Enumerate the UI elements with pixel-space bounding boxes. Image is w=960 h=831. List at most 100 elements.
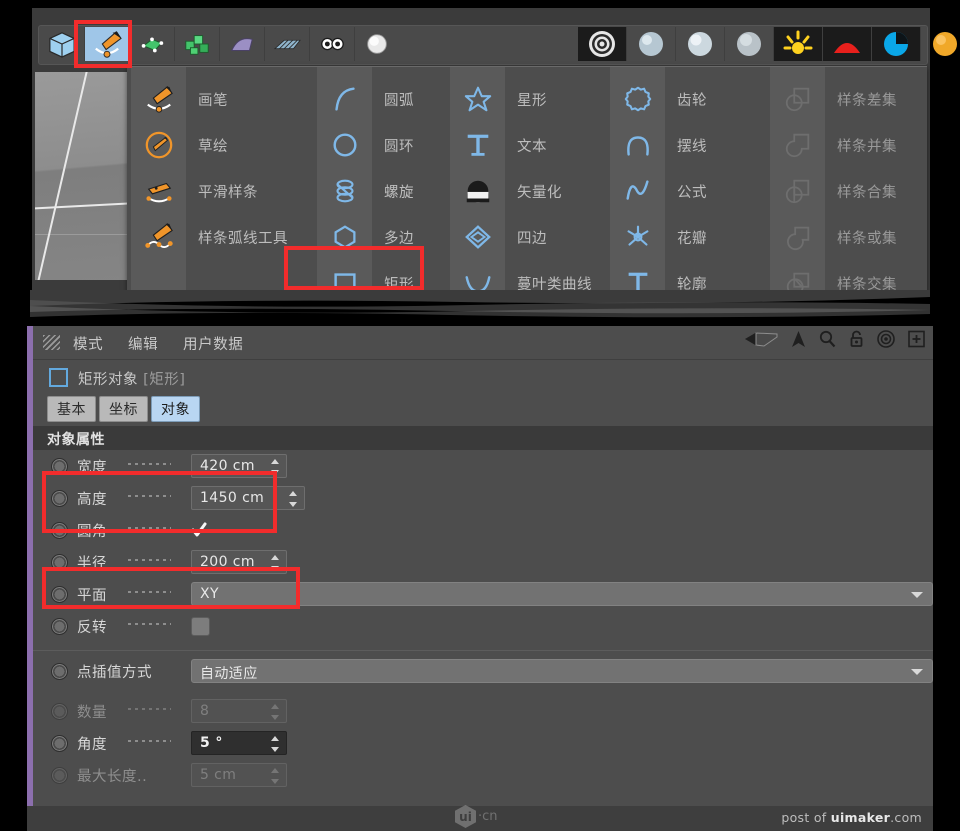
sun-tool-button[interactable] [774, 27, 823, 61]
drag-grip-icon[interactable] [43, 335, 60, 350]
tab-object[interactable]: 对象 [151, 396, 200, 422]
menu-item-label: 螺旋 [384, 184, 414, 201]
back-arrow-icon[interactable] [744, 330, 778, 348]
menu-item-spline-or[interactable]: 样条或集 [770, 214, 925, 260]
array-tool-button[interactable] [175, 27, 220, 61]
arc-icon [317, 76, 372, 122]
search-icon[interactable] [819, 330, 836, 348]
material-grey-button[interactable] [725, 27, 774, 61]
menu-item-flower[interactable]: 花瓣 [610, 214, 770, 260]
menu-item-smooth-spline[interactable]: 平滑样条 [131, 168, 296, 214]
material-glass-button[interactable] [627, 27, 676, 61]
dot-leader [126, 623, 171, 625]
cycloid-icon [610, 122, 665, 168]
deformer-tool-button[interactable] [220, 27, 265, 61]
property-row-max-length: 最大长度.. 5 cm [33, 759, 933, 791]
material-clear-button[interactable] [676, 27, 725, 61]
spline-pen-tool-button[interactable] [85, 27, 130, 61]
radius-label: 半径 [77, 556, 107, 572]
height-field[interactable]: 1450 cm [191, 486, 305, 510]
menu-item-vectorize[interactable]: 矢量化 [450, 168, 610, 214]
menu-mode[interactable]: 模式 [73, 333, 103, 354]
up-arrow-icon[interactable] [791, 330, 806, 348]
radius-field[interactable]: 200 cm [191, 550, 287, 574]
menu-item-sketch[interactable]: 草绘 [131, 122, 296, 168]
angle-field[interactable]: 5 ° [191, 731, 287, 755]
camera-tool-button[interactable] [310, 27, 355, 61]
section-header-object-properties: 对象属性 [33, 426, 933, 450]
menu-item-spline-subtract[interactable]: 样条差集 [770, 76, 925, 122]
menu-item-gear[interactable]: 齿轮 [610, 76, 770, 122]
max-length-label: 最大长度.. [77, 769, 148, 785]
attribute-header-icons [744, 330, 925, 348]
uicn-logo-letter: ui [459, 809, 472, 824]
ngon-icon [317, 214, 372, 260]
cube-tool-button[interactable] [40, 27, 85, 61]
generator-tool-button[interactable] [130, 27, 175, 61]
interpolation-value: 自动适应 [200, 666, 258, 682]
spline-or-icon [770, 214, 825, 260]
menu-edit[interactable]: 编辑 [128, 333, 158, 354]
menu-item-quad[interactable]: 四边 [450, 214, 610, 260]
spline-subtract-icon [770, 76, 825, 122]
menu-item-ngon[interactable]: 多边 [317, 214, 450, 260]
menu-item-text[interactable]: 文本 [450, 122, 610, 168]
menu-item-helix[interactable]: 螺旋 [317, 168, 450, 214]
lock-icon[interactable] [849, 330, 864, 348]
reverse-toggle[interactable] [191, 617, 210, 636]
menu-user-data[interactable]: 用户数据 [183, 333, 243, 354]
menu-item-circle[interactable]: 圆环 [317, 122, 450, 168]
flyout-column-spline-tools: 画笔 草绘 平滑样条 样条弧线工具 [131, 67, 296, 298]
reverse-radio[interactable] [51, 618, 68, 635]
dot-leader [126, 591, 171, 593]
sky-tool-button[interactable] [823, 27, 872, 61]
menu-item-arc[interactable]: 圆弧 [317, 76, 450, 122]
material-target-button[interactable] [578, 27, 627, 61]
sphere-object-button[interactable] [921, 27, 960, 61]
sketch-pen-icon [131, 122, 186, 168]
menu-item-spline-arc-tool[interactable]: 样条弧线工具 [131, 214, 296, 260]
interpolation-radio[interactable] [51, 663, 68, 680]
radius-spinner[interactable] [271, 555, 280, 571]
target-icon[interactable] [877, 330, 895, 348]
primary-tool-row [40, 27, 399, 61]
light-tool-button[interactable] [355, 27, 399, 61]
tab-basic[interactable]: 基本 [47, 396, 96, 422]
interpolation-dropdown[interactable]: 自动适应 [191, 659, 933, 683]
object-name: 矩形对象 [78, 372, 138, 388]
scene-tool-button[interactable] [265, 27, 310, 61]
menu-item-label: 圆环 [384, 138, 414, 155]
property-row-plane: 平面 XY [33, 578, 933, 610]
menu-item-spline-union[interactable]: 样条并集 [770, 122, 925, 168]
menu-item-cycloid[interactable]: 摆线 [610, 122, 770, 168]
menu-item-star[interactable]: 星形 [450, 76, 610, 122]
clear-sphere-icon [688, 32, 712, 56]
tab-coordinates[interactable]: 坐标 [99, 396, 148, 422]
spline-flyout-menu: 画笔 草绘 平滑样条 样条弧线工具 圆弧 圆环 螺旋 多边 矩形 星形 文本 矢… [127, 66, 927, 298]
physical-sky-button[interactable] [872, 27, 921, 61]
width-field[interactable]: 420 cm [191, 454, 287, 478]
rounding-checkbox[interactable] [191, 522, 207, 538]
menu-item-pen[interactable]: 画笔 [131, 76, 296, 122]
width-spinner[interactable] [271, 459, 280, 475]
height-spinner[interactable] [289, 491, 298, 507]
menu-item-spline-merge[interactable]: 样条合集 [770, 168, 925, 214]
green-cubes-icon [185, 35, 209, 55]
angle-spinner[interactable] [271, 736, 280, 752]
property-row-number: 数量 8 [33, 695, 933, 727]
plane-radio[interactable] [51, 586, 68, 603]
rounding-radio[interactable] [51, 522, 68, 539]
object-title-row: 矩形对象 [矩形] [33, 360, 933, 395]
flyout-column-math: 齿轮 摆线 公式 花瓣 轮廓 [610, 67, 770, 298]
watermark-prefix: post of [781, 810, 831, 825]
height-radio[interactable] [51, 490, 68, 507]
plane-dropdown[interactable]: XY [191, 582, 933, 606]
menu-item-formula[interactable]: 公式 [610, 168, 770, 214]
screenshot-root: 画笔 草绘 平滑样条 样条弧线工具 圆弧 圆环 螺旋 多边 矩形 星形 文本 矢… [0, 0, 960, 831]
width-radio[interactable] [51, 458, 68, 475]
angle-radio[interactable] [51, 735, 68, 752]
add-icon[interactable] [908, 330, 925, 348]
torn-edge-divider [0, 290, 960, 322]
radius-radio[interactable] [51, 554, 68, 571]
plane-value: XY [200, 586, 219, 602]
